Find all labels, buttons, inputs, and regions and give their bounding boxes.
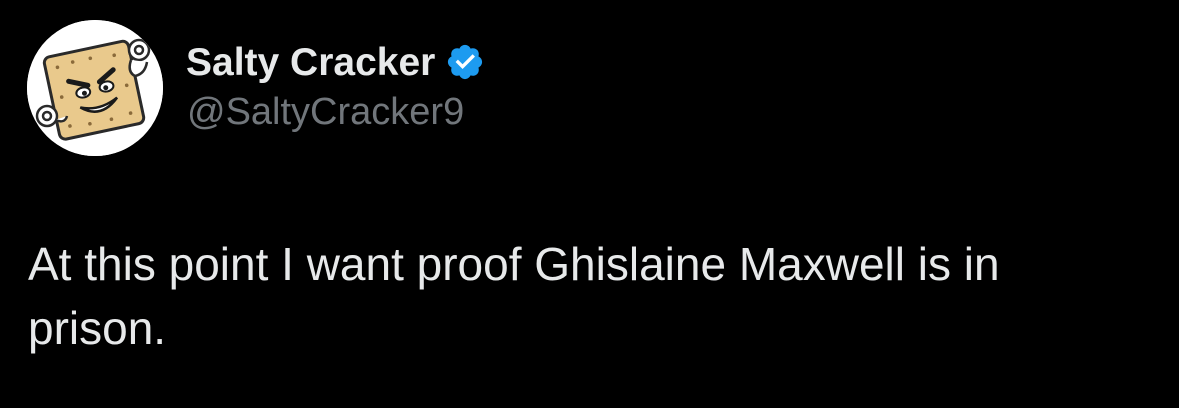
tweet-card: Salty Cracker @SaltyCracker9 At this poi… [0, 0, 1179, 408]
display-name[interactable]: Salty Cracker [186, 43, 435, 82]
verified-badge-icon [445, 42, 485, 82]
avatar[interactable] [27, 20, 163, 156]
author-handle[interactable]: @SaltyCracker9 [187, 91, 464, 134]
cracker-avatar-icon [27, 20, 163, 156]
author-name-row: Salty Cracker [186, 38, 485, 86]
tweet-text: At this point I want proof Ghislaine Max… [28, 238, 1000, 354]
